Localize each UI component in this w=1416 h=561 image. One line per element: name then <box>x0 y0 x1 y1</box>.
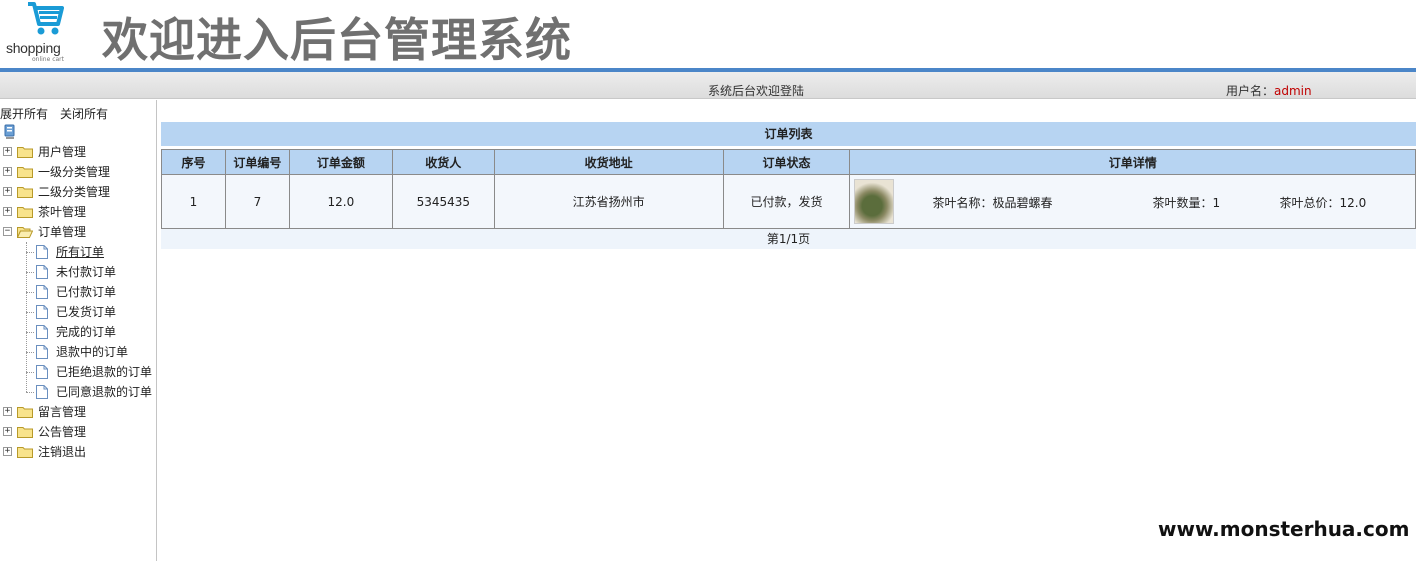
folder-open-icon <box>17 227 33 238</box>
folder-icon <box>17 447 33 458</box>
tree-node-label[interactable]: 留言管理 <box>38 402 86 422</box>
shopping-cart-icon <box>28 2 64 35</box>
tree-leaf-label[interactable]: 退款中的订单 <box>56 342 128 362</box>
expand-icon[interactable]: + <box>3 427 12 436</box>
user-info: 用户名：admin <box>1226 82 1312 99</box>
tree-branch-line <box>26 292 34 293</box>
expand-icon[interactable]: + <box>3 147 12 156</box>
column-header: 订单金额 <box>288 149 393 175</box>
page-title: 欢迎进入后台管理系统 <box>102 13 572 67</box>
top-bar: 系统后台欢迎登陆 用户名：admin <box>0 72 1416 99</box>
sidebar: 展开所有 关闭所有 + 用户管理 + 一级分类管理 + 二级分类管理 + 茶叶管理 <box>0 100 157 561</box>
watermark: www.monsterhua.com <box>1158 517 1410 541</box>
tree-branch-line <box>26 272 34 273</box>
document-icon <box>36 245 48 259</box>
cell-order-no: 7 <box>224 174 290 229</box>
folder-icon <box>17 187 33 198</box>
tree-leaf-label[interactable]: 已发货订单 <box>56 302 116 322</box>
collapse-icon[interactable]: − <box>3 227 12 236</box>
folder-icon <box>17 407 33 418</box>
welcome-text: 系统后台欢迎登陆 <box>708 84 805 98</box>
tree-leaf-label[interactable]: 已付款订单 <box>56 282 116 302</box>
cell-receiver: 5345435 <box>391 174 495 229</box>
tree-leaf-label[interactable]: 完成的订单 <box>56 322 116 342</box>
tree-leaf-label[interactable]: 所有订单 <box>56 242 104 262</box>
folder-icon <box>17 427 33 438</box>
cell-status: 已付款，发货 <box>722 174 851 229</box>
column-header: 订单编号 <box>224 149 290 175</box>
tree-leaf-label[interactable]: 未付款订单 <box>56 262 116 282</box>
tree-branch-line <box>26 312 34 313</box>
logo-subtext: online cart <box>32 56 65 63</box>
document-icon <box>36 285 48 299</box>
tree-branch-line <box>26 252 34 253</box>
folder-icon <box>17 207 33 218</box>
user-name: admin <box>1274 84 1312 98</box>
pagination: 第1/1页 <box>161 229 1416 249</box>
tree-branch-line <box>26 372 34 373</box>
document-icon <box>36 345 48 359</box>
cell-index: 1 <box>161 174 226 229</box>
expand-icon[interactable]: + <box>3 187 12 196</box>
tree-node-label[interactable]: 公告管理 <box>38 422 86 442</box>
order-list-title: 订单列表 <box>161 122 1416 146</box>
tree-node-label[interactable]: 注销退出 <box>38 442 86 462</box>
orders-table: 序号 订单编号 订单金额 收货人 收货地址 订单状态 订单详情 1 7 12.0… <box>161 149 1416 229</box>
tree-controls: 展开所有 关闭所有 <box>0 105 120 122</box>
user-label: 用户名： <box>1226 84 1275 98</box>
expand-icon[interactable]: + <box>3 207 12 216</box>
tree-node-label[interactable]: 用户管理 <box>38 142 86 162</box>
server-icon <box>4 124 15 139</box>
column-header: 订单状态 <box>722 149 851 175</box>
tree-branch-line <box>26 352 34 353</box>
tree-node-label[interactable]: 茶叶管理 <box>38 202 86 222</box>
expand-icon[interactable]: + <box>3 447 12 456</box>
main-content: 订单列表 序号 订单编号 订单金额 收货人 收货地址 订单状态 订单详情 1 7… <box>158 100 1416 561</box>
tree-leaf-label[interactable]: 已拒绝退款的订单 <box>56 362 152 382</box>
column-header: 序号 <box>161 149 226 175</box>
column-header: 收货地址 <box>493 149 724 175</box>
tree-guide-line <box>26 242 27 392</box>
column-header: 订单详情 <box>849 149 1416 175</box>
detail-tea-total: 茶叶总价：12.0 <box>1279 196 1367 210</box>
detail-tea-name: 茶叶名称：极品碧螺春 <box>932 196 1053 210</box>
document-icon <box>36 305 48 319</box>
tree-node-label[interactable]: 订单管理 <box>38 222 86 242</box>
folder-icon <box>17 167 33 178</box>
tree-node-label[interactable]: 二级分类管理 <box>38 182 110 202</box>
document-icon <box>36 325 48 339</box>
cell-address: 江苏省扬州市 <box>493 174 724 229</box>
tree-node-label[interactable]: 一级分类管理 <box>38 162 110 182</box>
table-header-row: 序号 订单编号 订单金额 收货人 收货地址 订单状态 订单详情 <box>161 149 1416 175</box>
cell-amount: 12.0 <box>288 174 393 229</box>
folder-icon <box>17 147 33 158</box>
document-icon <box>36 365 48 379</box>
column-header: 收货人 <box>391 149 495 175</box>
expand-icon[interactable]: + <box>3 167 12 176</box>
logo: shopping online cart <box>4 0 78 66</box>
document-icon <box>36 265 48 279</box>
tea-thumbnail[interactable] <box>854 179 895 224</box>
logo-text: shopping <box>6 40 61 56</box>
cell-detail: 茶叶名称：极品碧螺春 茶叶数量：1 茶叶总价：12.0 <box>849 174 1416 229</box>
tree-leaf-label[interactable]: 已同意退款的订单 <box>56 382 152 402</box>
tree-branch-line <box>26 332 34 333</box>
header: shopping online cart 欢迎进入后台管理系统 <box>0 0 1416 68</box>
expand-icon[interactable]: + <box>3 407 12 416</box>
document-icon <box>36 385 48 399</box>
detail-tea-qty: 茶叶数量：1 <box>1152 196 1221 210</box>
collapse-all-link[interactable]: 关闭所有 <box>60 107 108 121</box>
table-row: 1 7 12.0 5345435 江苏省扬州市 已付款，发货 茶叶名称：极品碧螺… <box>161 174 1416 229</box>
tree-branch-line <box>26 392 34 393</box>
expand-all-link[interactable]: 展开所有 <box>0 107 48 121</box>
